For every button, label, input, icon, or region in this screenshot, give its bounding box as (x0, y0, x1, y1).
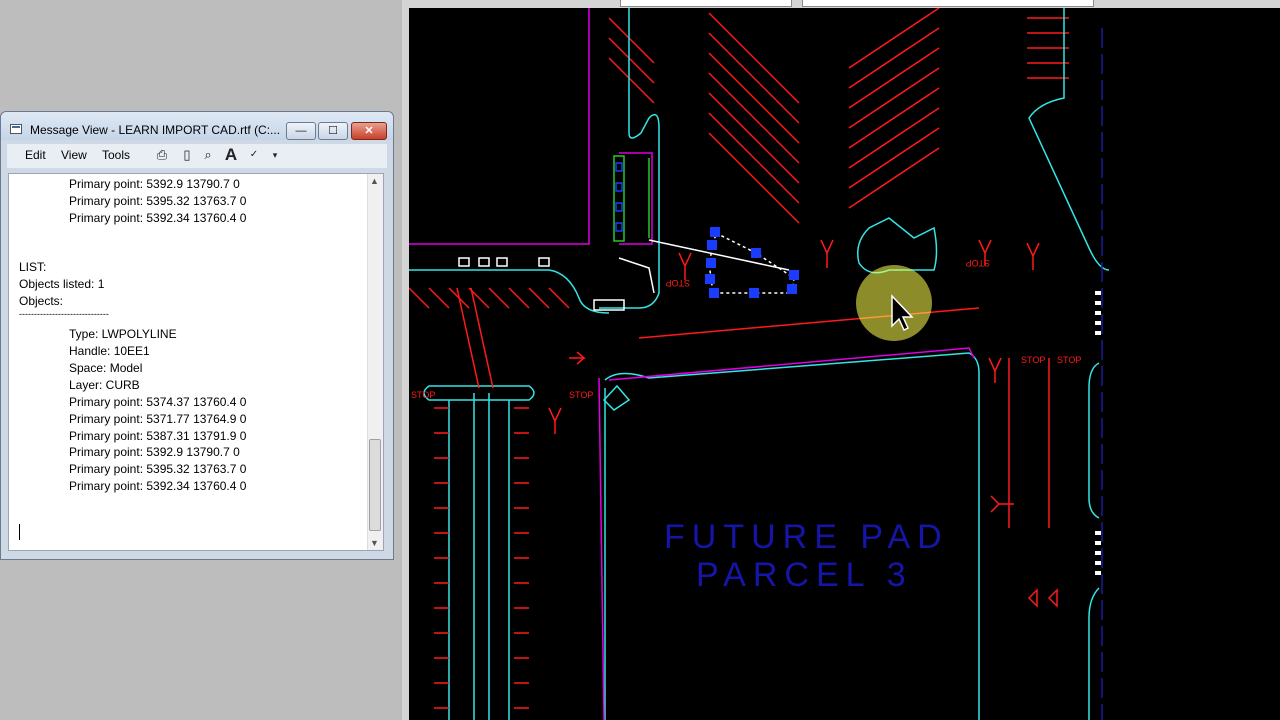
message-line: Primary point: 5395.32 13763.7 0 (69, 462, 247, 476)
message-view-window: Message View - LEARN IMPORT CAD.rtf (C:.… (0, 111, 394, 560)
svg-text:STOP: STOP (1021, 355, 1045, 365)
message-line: LIST: (19, 260, 47, 274)
toolbar-combo-right[interactable] (802, 0, 1094, 7)
window-title: Message View - LEARN IMPORT CAD.rtf (C:.… (30, 123, 281, 137)
svg-text:STOP: STOP (411, 390, 435, 400)
message-line: Layer: CURB (69, 378, 140, 392)
message-line: Type: LWPOLYLINE (69, 327, 177, 341)
message-line: Handle: 10EE1 (69, 344, 150, 358)
message-line: Primary point: 5392.34 13760.4 0 (69, 211, 247, 225)
svg-text:STOP: STOP (1057, 355, 1081, 365)
scroll-up-icon[interactable]: ▲ (370, 176, 379, 186)
menu-bar: Edit View Tools ⎙ ▯ ⌕ A ✓ ▾ (7, 144, 387, 168)
scrollbar-thumb[interactable] (369, 439, 381, 531)
property-boundary (409, 8, 975, 720)
svg-text:STOP: STOP (666, 278, 690, 288)
spellcheck-icon[interactable]: ✓ (245, 146, 263, 164)
cad-toolbar-strip (402, 0, 1280, 8)
message-line: Objects listed: 1 (19, 277, 105, 291)
message-line: Primary point: 5395.32 13763.7 0 (69, 194, 247, 208)
message-line: Primary point: 5392.34 13760.4 0 (69, 479, 247, 493)
svg-text:STOP: STOP (569, 390, 593, 400)
pad-label-line1: FUTURE PAD (664, 518, 949, 556)
find-icon[interactable]: ⌕ (199, 146, 217, 164)
message-line: Space: Model (69, 361, 143, 375)
curb-lines (409, 8, 1110, 720)
equipment-blue (615, 162, 623, 232)
message-line: Primary point: 5371.77 13764.9 0 (69, 412, 247, 426)
pad-label-line2: PARCEL 3 (696, 556, 913, 594)
window-app-icon (10, 124, 22, 134)
equipment-green (613, 155, 650, 242)
message-line: Objects: (19, 294, 64, 308)
cad-drawing: STOP STOP STOP STOP STOP STOP (409, 8, 1110, 720)
svg-text:STOP: STOP (966, 258, 990, 268)
vertical-scrollbar[interactable]: ▲ ▼ (367, 174, 383, 550)
message-line: Primary point: 5387.31 13791.9 0 (69, 429, 247, 443)
menu-view[interactable]: View (61, 148, 87, 162)
message-text-area[interactable]: Primary point: 5392.9 13790.7 0 Primary … (8, 173, 384, 551)
curb-detail-white (458, 239, 790, 311)
message-line: Primary point: 5392.9 13790.7 0 (69, 445, 240, 459)
print-icon[interactable]: ⎙ (153, 146, 171, 164)
cad-drawing-canvas[interactable]: STOP STOP STOP STOP STOP STOP FUTURE PAD… (409, 8, 1280, 720)
more-icon[interactable]: ▾ (266, 146, 284, 164)
menu-tools[interactable]: Tools (102, 148, 130, 162)
crosswalk-bars (1095, 291, 1101, 575)
menu-edit[interactable]: Edit (25, 148, 46, 162)
scroll-down-icon[interactable]: ▼ (370, 538, 379, 548)
toolbar-combo-left[interactable] (620, 0, 792, 7)
maximize-button[interactable]: ☐ (318, 122, 348, 140)
cad-application-frame: STOP STOP STOP STOP STOP STOP FUTURE PAD… (402, 0, 1280, 720)
minimize-button[interactable]: — (286, 122, 316, 140)
message-view-titlebar[interactable]: Message View - LEARN IMPORT CAD.rtf (C:.… (1, 112, 393, 140)
page-icon[interactable]: ▯ (178, 146, 196, 164)
text-caret (19, 524, 20, 540)
message-line: Primary point: 5374.37 13760.4 0 (69, 395, 247, 409)
font-icon[interactable]: A (222, 146, 240, 164)
close-button[interactable]: ✕ (351, 122, 387, 140)
message-separator: ------------------------------ (19, 309, 109, 319)
parking-stripes-a (608, 8, 1069, 224)
message-line: Primary point: 5392.9 13790.7 0 (69, 177, 240, 191)
